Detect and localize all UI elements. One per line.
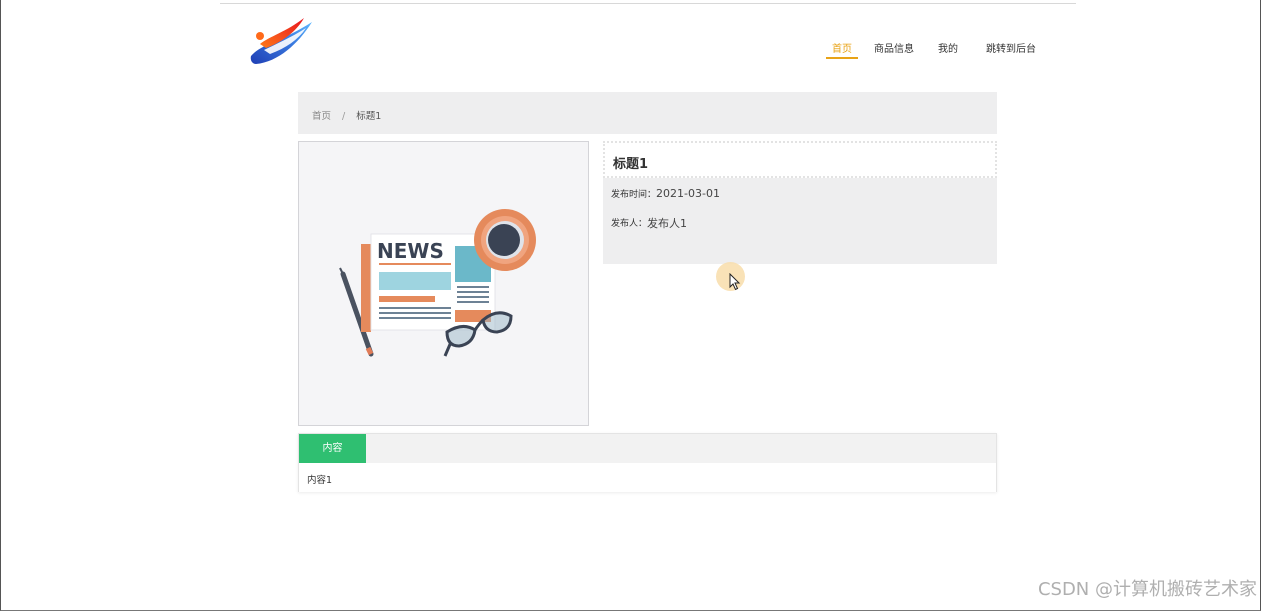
publish-time-value: 2021-03-01 (656, 187, 720, 200)
site-logo[interactable] (246, 14, 316, 68)
nav-item-mine[interactable]: 我的 (938, 36, 958, 62)
news-image-panel: NEWS (298, 141, 589, 426)
tab-content-body: 内容1 (299, 463, 996, 492)
header-divider (220, 3, 1076, 4)
main-nav: 首页 商品信息 我的 跳转到后台 (820, 36, 1058, 62)
news-title: 标题1 (603, 141, 997, 178)
publisher-label: 发布人： (611, 219, 648, 229)
news-headline: NEWS (377, 239, 444, 263)
breadcrumb: 首页 / 标题1 (298, 92, 997, 134)
news-info-panel: 标题1 发布时间： 2021-03-01 发布人： 发布人1 (603, 141, 997, 264)
coffee-cup-icon (474, 209, 536, 271)
breadcrumb-current: 标题1 (356, 111, 382, 122)
newspaper-illustration: NEWS (339, 209, 536, 357)
breadcrumb-separator: / (342, 111, 346, 122)
breadcrumb-home[interactable]: 首页 (312, 111, 331, 122)
tab-content[interactable]: 内容 (299, 434, 366, 463)
publisher-row: 发布人： 发布人1 (603, 208, 997, 237)
nav-item-home[interactable]: 首页 (826, 36, 858, 62)
mouse-cursor-icon (729, 273, 741, 291)
nav-item-products[interactable]: 商品信息 (874, 36, 914, 62)
tab-bar: 内容 (299, 434, 996, 463)
publish-time-row: 发布时间： 2021-03-01 (603, 179, 997, 208)
nav-item-admin[interactable]: 跳转到后台 (986, 36, 1036, 62)
content-tabs: 内容 内容1 (298, 433, 997, 492)
publisher-value: 发布人1 (647, 216, 688, 230)
csdn-watermark: CSDN @计算机搬砖艺术家 (1037, 579, 1257, 600)
publish-time-label: 发布时间： (611, 190, 657, 200)
